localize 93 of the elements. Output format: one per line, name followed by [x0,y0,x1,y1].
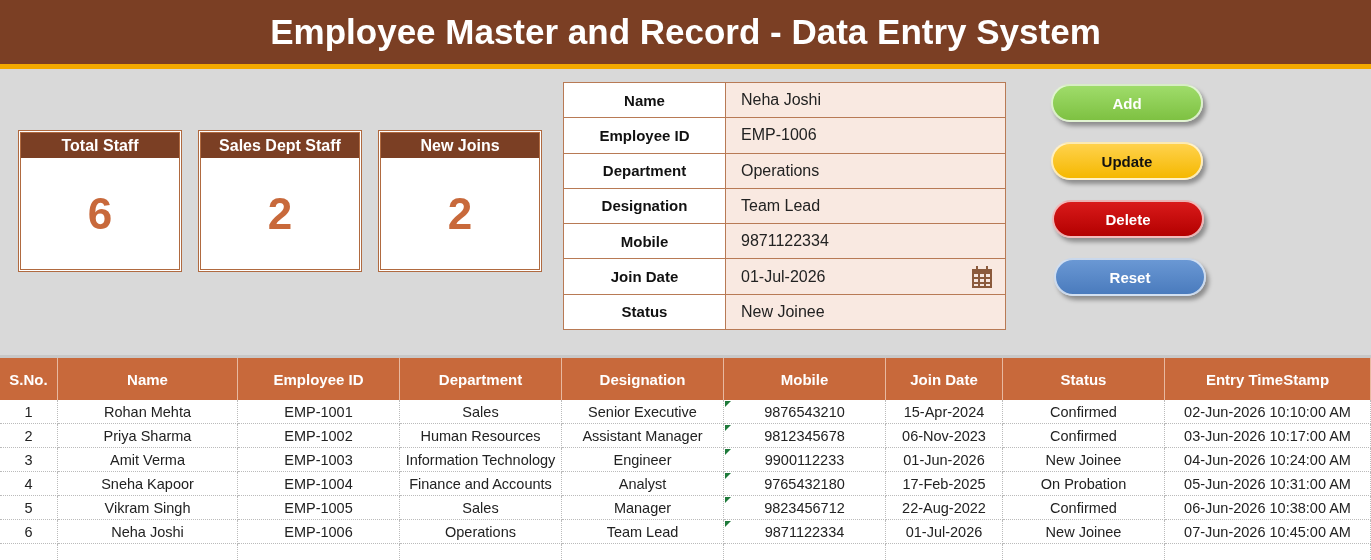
table-cell: 9812345678 [724,424,886,448]
column-header: Status [1003,358,1165,400]
table-cell: Senior Executive [562,400,724,424]
kpi-value: 2 [446,187,474,240]
table-cell: Human Resources [400,424,562,448]
table-cell: EMP-1003 [238,448,400,472]
page-title: Employee Master and Record - Data Entry System [270,12,1101,52]
kpi-value: 2 [266,187,294,240]
table-cell: Information Technology [400,448,562,472]
column-header: Mobile [724,358,886,400]
kpi-label: Sales Dept Staff [201,133,359,158]
table-cell: 04-Jun-2026 10:24:00 AM [1165,448,1371,472]
column-header: Designation [562,358,724,400]
column-header: Employee ID [238,358,400,400]
table-cell: 03-Jun-2026 10:17:00 AM [1165,424,1371,448]
kpi-label: Total Staff [21,133,179,158]
table-cell: 06-Jun-2026 10:38:00 AM [1165,496,1371,520]
field-label: Join Date [564,259,726,294]
table-cell: Sneha Kapoor [58,472,238,496]
table-cell: Engineer [562,448,724,472]
column-header: Entry TimeStamp [1165,358,1371,400]
table-cell: 17-Feb-2025 [886,472,1003,496]
reset-button[interactable]: Reset [1054,258,1206,296]
column-header: Department [400,358,562,400]
table-cell: 01-Jun-2026 [886,448,1003,472]
kpi-value: 6 [86,187,114,240]
table-cell: 01-Jul-2026 [886,520,1003,544]
input-field[interactable]: Team Lead [726,188,1005,224]
table-cell: Neha Joshi [58,520,238,544]
table-cell: 9876543210 [724,400,886,424]
field-label: Mobile [564,224,726,259]
table-cell: Finance and Accounts [400,472,562,496]
error-indicator-icon [725,521,731,527]
input-field[interactable]: New Joinee [726,294,1005,329]
table-cell: 05-Jun-2026 10:31:00 AM [1165,472,1371,496]
table-cell: 2 [0,424,58,448]
field-label: Department [564,153,726,188]
kpi-label: New Joins [381,133,539,158]
error-indicator-icon [725,473,731,479]
input-field[interactable]: Operations [726,153,1005,188]
table-cell: EMP-1006 [238,520,400,544]
error-indicator-icon [725,449,731,455]
table-cell: Confirmed [1003,424,1165,448]
table-cell: 6 [0,520,58,544]
table-cell: Rohan Mehta [58,400,238,424]
table-cell: EMP-1001 [238,400,400,424]
calendar-icon[interactable] [971,264,993,289]
update-button[interactable]: Update [1051,142,1203,180]
table-cell: 02-Jun-2026 10:10:00 AM [1165,400,1371,424]
input-field[interactable]: EMP-1006 [726,118,1005,153]
table-cell: On Probation [1003,472,1165,496]
field-label: Designation [564,188,726,224]
table-cell: 1 [0,400,58,424]
table-cell: 4 [0,472,58,496]
table-cell: 15-Apr-2024 [886,400,1003,424]
input-field[interactable]: 01-Jul-2026 [726,259,1005,294]
table-cell: Confirmed [1003,400,1165,424]
table-cell: EMP-1004 [238,472,400,496]
column-header: Name [58,358,238,400]
delete-button[interactable]: Delete [1052,200,1204,238]
table-cell: Vikram Singh [58,496,238,520]
field-label: Employee ID [564,118,726,153]
table-cell: 22-Aug-2022 [886,496,1003,520]
column-header: Join Date [886,358,1003,400]
table-cell: 5 [0,496,58,520]
column-header: S.No. [0,358,58,400]
error-indicator-icon [725,425,731,431]
table-cell: Analyst [562,472,724,496]
table-cell: Sales [400,496,562,520]
table-cell: New Joinee [1003,448,1165,472]
error-indicator-icon [725,497,731,503]
table-cell: Amit Verma [58,448,238,472]
input-field[interactable]: 9871122334 [726,224,1005,259]
table-cell: New Joinee [1003,520,1165,544]
table-cell: EMP-1005 [238,496,400,520]
table-cell: Manager [562,496,724,520]
table-cell: 9871122334 [724,520,886,544]
field-label: Status [564,294,726,329]
table-cell: 9823456712 [724,496,886,520]
table-cell: Sales [400,400,562,424]
table-cell: Confirmed [1003,496,1165,520]
table-cell: 9765432180 [724,472,886,496]
table-cell: 3 [0,448,58,472]
table-cell: Operations [400,520,562,544]
table-cell: EMP-1002 [238,424,400,448]
input-field[interactable]: Neha Joshi [726,83,1005,118]
table-cell: 06-Nov-2023 [886,424,1003,448]
table-cell: Team Lead [562,520,724,544]
table-cell: 9900112233 [724,448,886,472]
table-cell: 07-Jun-2026 10:45:00 AM [1165,520,1371,544]
table-cell: Priya Sharma [58,424,238,448]
field-label: Name [564,83,726,118]
table-cell: Assistant Manager [562,424,724,448]
